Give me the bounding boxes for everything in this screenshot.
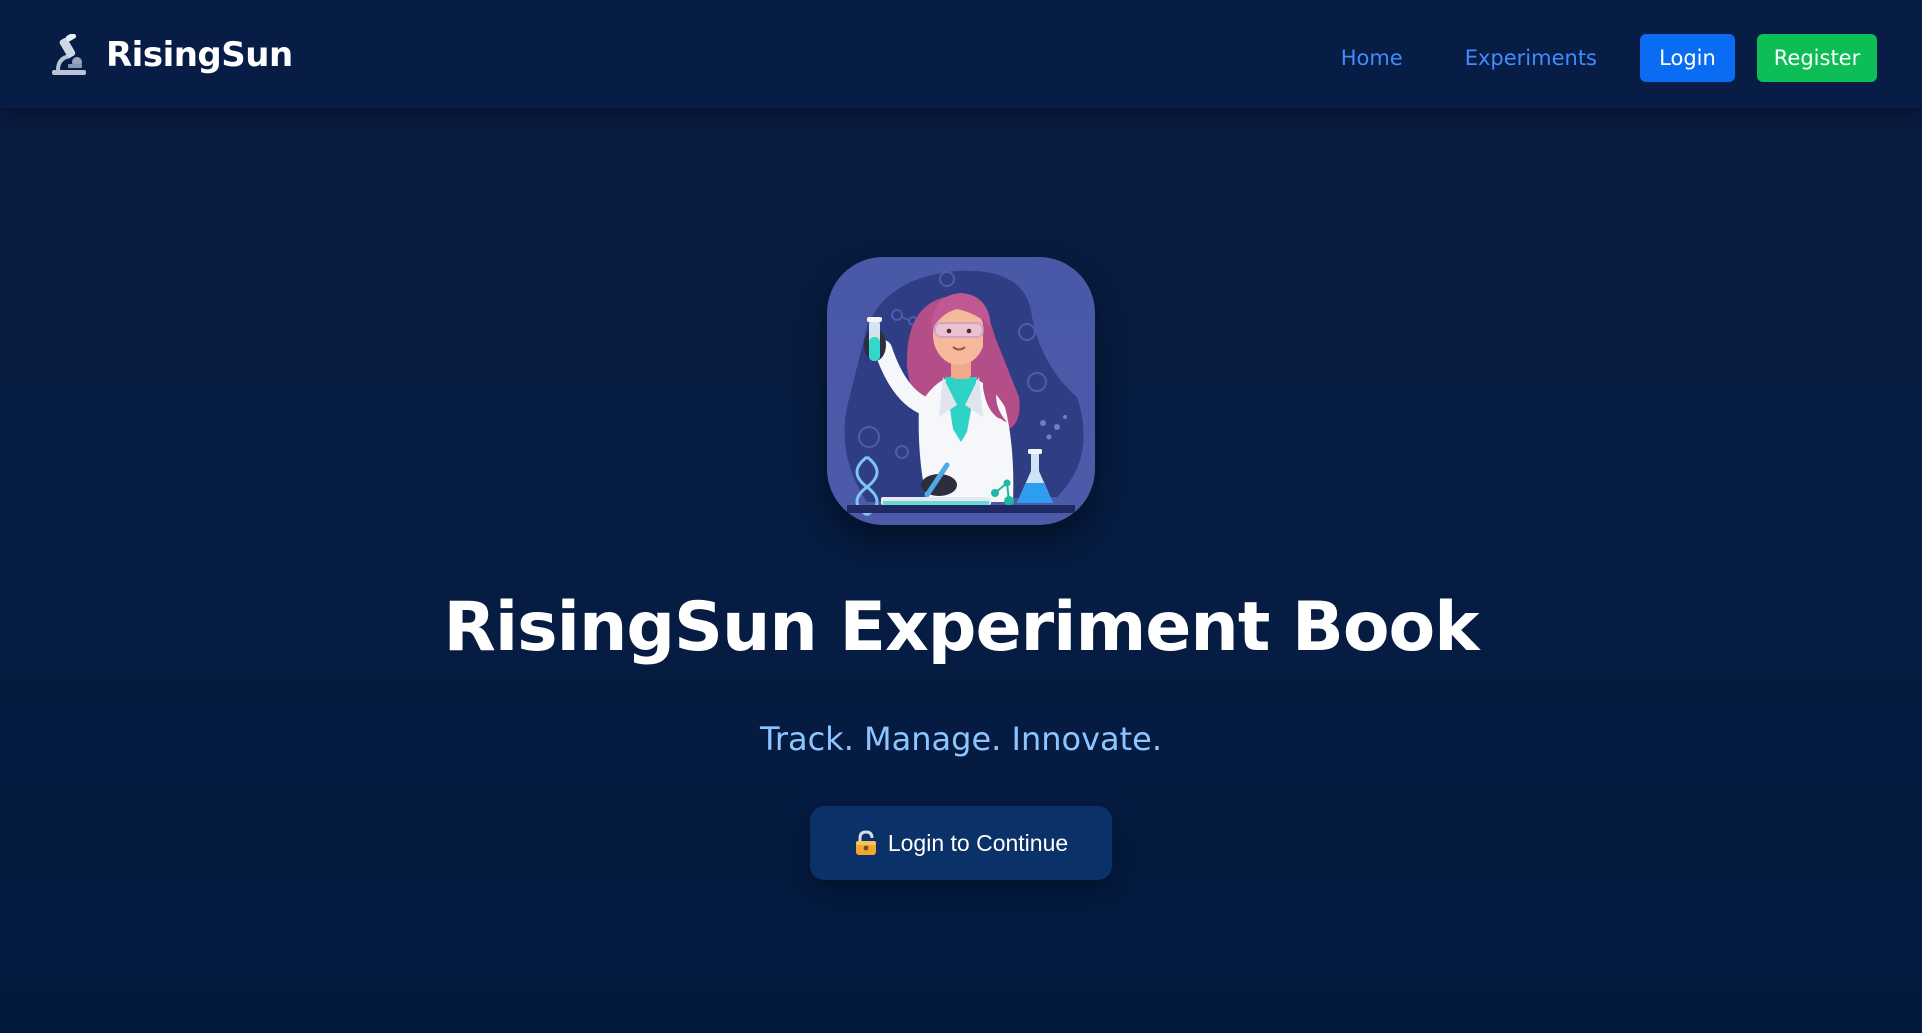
page-title: RisingSun Experiment Book — [443, 588, 1479, 667]
lock-icon — [855, 830, 876, 855]
navbar: RisingSun Home Experiments Login Registe… — [0, 0, 1922, 108]
login-button[interactable]: Login — [1640, 34, 1735, 82]
login-to-continue-button[interactable]: Login to Continue — [810, 806, 1112, 880]
scientist-illustration — [827, 257, 1095, 525]
brand[interactable]: RisingSun — [50, 30, 293, 80]
register-button[interactable]: Register — [1757, 34, 1877, 82]
microscope-icon — [52, 34, 86, 75]
nav-experiments-link[interactable]: Experiments — [1465, 46, 1597, 70]
brand-name: RisingSun — [106, 35, 293, 75]
nav-home-link[interactable]: Home — [1341, 46, 1403, 70]
nav-links: Home Experiments Login Register — [1341, 34, 1877, 82]
tagline: Track. Manage. Innovate. — [759, 720, 1163, 758]
cta-label: Login to Continue — [887, 829, 1069, 856]
